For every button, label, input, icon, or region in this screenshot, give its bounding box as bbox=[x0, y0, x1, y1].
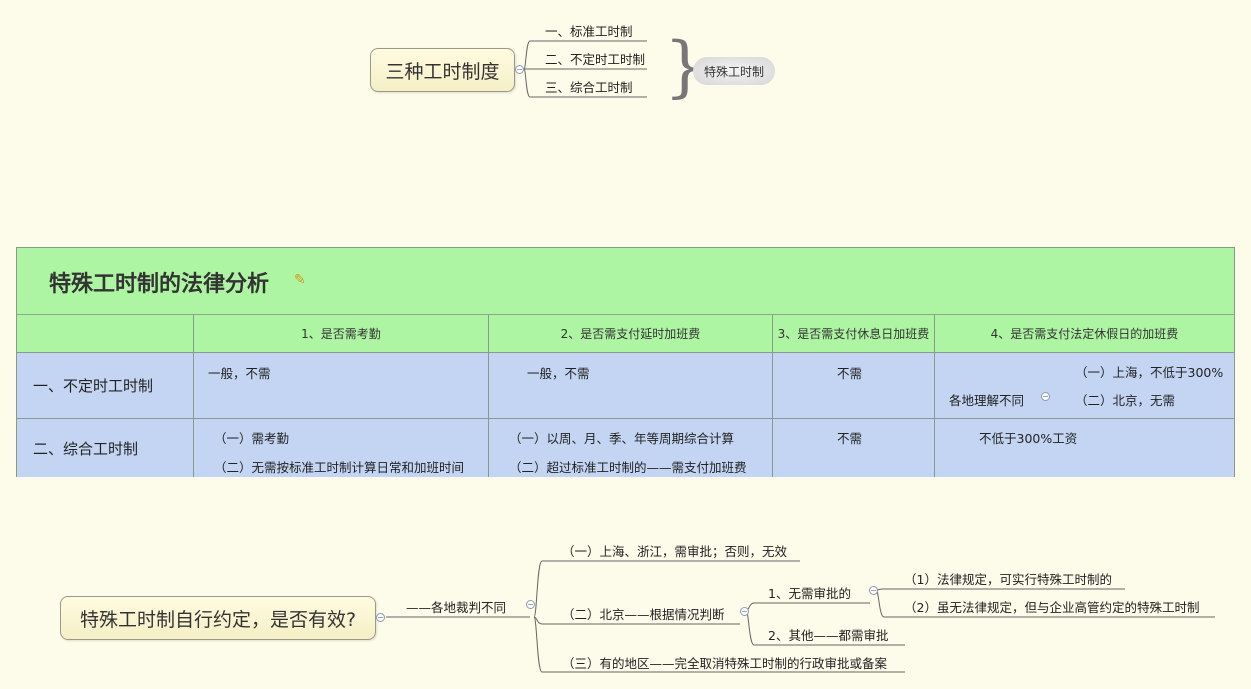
row-1-label[interactable]: 一、不定时工时制 bbox=[17, 353, 194, 419]
mindmap2-root[interactable]: 特殊工时制自行约定，是否有效? bbox=[60, 596, 376, 640]
mindmap1-root-label: 三种工时制度 bbox=[385, 60, 500, 83]
mindmap2-branch-2a[interactable]: 1、无需审批的 bbox=[768, 583, 851, 602]
row-2-label-text: 二、综合工时制 bbox=[33, 439, 139, 458]
header-corner bbox=[17, 315, 194, 353]
row-2-col-1-text-1: （一）需考勤 bbox=[214, 431, 290, 446]
mindmap2-branch-2a2[interactable]: （2）虽无法律规定，但与企业高管约定的特殊工时制 bbox=[904, 597, 1199, 616]
row-1-col-1-text: 一般，不需 bbox=[208, 366, 271, 381]
mindmap2-mid[interactable]: ——各地裁判不同 bbox=[406, 597, 506, 616]
mindmap2-branch-1[interactable]: （一）上海、浙江，需审批；否则，无效 bbox=[562, 541, 787, 560]
row-1-col-3-text: 不需 bbox=[837, 366, 863, 381]
row-1-col-4-sub-2: （二）北京，无需 bbox=[1075, 393, 1176, 408]
row-2-col-1[interactable]: （一）需考勤 （二）无需按标准工时制计算日常和加班时间 bbox=[194, 419, 489, 477]
collapse-icon[interactable]: − bbox=[526, 600, 535, 609]
row-1-col-2[interactable]: 一般，不需 bbox=[489, 353, 773, 419]
collapse-icon[interactable]: − bbox=[515, 65, 524, 74]
row-1-col-4[interactable]: 各地理解不同 （一）上海，不低于300% （二）北京，无需 bbox=[935, 353, 1234, 419]
row-1-col-4-sub-1: （一）上海，不低于300% bbox=[1075, 365, 1224, 380]
header-col-2-label: 2、是否需支付延时加班费 bbox=[560, 327, 701, 341]
mindmap2-branch-3[interactable]: （三）有的地区——完全取消特殊工时制的行政审批或备案 bbox=[562, 653, 887, 672]
header-col-3-label: 3、是否需支付休息日加班费 bbox=[777, 327, 930, 341]
row-2-col-4[interactable]: 不低于300%工资 bbox=[935, 419, 1234, 477]
collapse-icon[interactable]: − bbox=[869, 586, 878, 595]
header-col-1[interactable]: 1、是否需考勤 bbox=[194, 315, 489, 353]
row-1-col-1[interactable]: 一般，不需 bbox=[194, 353, 489, 419]
mindmap2-branch-2[interactable]: （二）北京——根据情况判断 bbox=[562, 604, 725, 623]
row-2-col-4-text: 不低于300%工资 bbox=[979, 431, 1078, 446]
header-col-2[interactable]: 2、是否需支付延时加班费 bbox=[489, 315, 773, 353]
matrix-title[interactable]: 特殊工时制的法律分析 bbox=[49, 266, 269, 298]
matrix-title-bar: 特殊工时制的法律分析 ✎ bbox=[17, 248, 1234, 315]
mindmap2-branch-2b[interactable]: 2、其他——都需审批 bbox=[768, 625, 888, 644]
mindmap1-summary[interactable]: 特殊工时制 bbox=[693, 57, 775, 85]
row-2-col-2-text-1: （一）以周、月、季、年等周期综合计算 bbox=[509, 431, 735, 446]
collapse-icon[interactable]: − bbox=[1041, 392, 1050, 401]
note-icon[interactable]: ✎ bbox=[294, 272, 306, 288]
collapse-icon[interactable]: − bbox=[376, 613, 385, 622]
mindmap2-root-label: 特殊工时制自行约定，是否有效? bbox=[79, 608, 357, 631]
header-col-4[interactable]: 4、是否需支付法定休假日的加班费 bbox=[935, 315, 1234, 353]
row-2-label[interactable]: 二、综合工时制 bbox=[17, 419, 194, 477]
analysis-matrix: 特殊工时制的法律分析 ✎ 1、是否需考勤 2、是否需支付延时加班费 3、是否需支… bbox=[16, 247, 1235, 477]
header-col-3[interactable]: 3、是否需支付休息日加班费 bbox=[773, 315, 935, 353]
mindmap1-branch-1[interactable]: 一、标准工时制 bbox=[545, 21, 633, 40]
mindmap1-branch-2[interactable]: 二、不定时工时制 bbox=[545, 49, 645, 68]
mindmap1-root[interactable]: 三种工时制度 bbox=[370, 48, 515, 92]
mindmap2-branch-2a1[interactable]: （1）法律规定，可实行特殊工时制的 bbox=[904, 569, 1112, 588]
mindmap1-summary-label: 特殊工时制 bbox=[703, 64, 764, 79]
collapse-icon[interactable]: − bbox=[740, 607, 749, 616]
row-1-label-text: 一、不定时工时制 bbox=[33, 377, 154, 395]
row-2-col-2-text-2: （二）超过标准工时制的——需支付加班费 bbox=[509, 460, 747, 475]
row-2-col-3[interactable]: 不需 bbox=[773, 419, 935, 477]
header-col-1-label: 1、是否需考勤 bbox=[301, 327, 381, 341]
mindmap1-branch-3[interactable]: 三、综合工时制 bbox=[545, 77, 633, 96]
row-1-col-3[interactable]: 不需 bbox=[773, 353, 935, 419]
row-2-col-3-text: 不需 bbox=[837, 431, 863, 446]
row-2-col-1-text-2: （二）无需按标准工时制计算日常和加班时间 bbox=[214, 460, 465, 475]
row-1-col-4-text: 各地理解不同 bbox=[949, 393, 1025, 408]
row-2-col-2[interactable]: （一）以周、月、季、年等周期综合计算 （二）超过标准工时制的——需支付加班费 bbox=[489, 419, 773, 477]
header-col-4-label: 4、是否需支付法定休假日的加班费 bbox=[990, 327, 1179, 341]
row-1-col-2-text: 一般，不需 bbox=[527, 366, 590, 381]
